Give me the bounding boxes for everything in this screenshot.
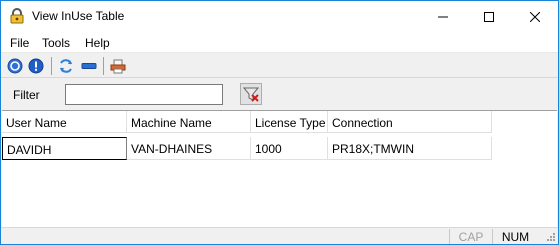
column-header-user-name[interactable]: User Name — [2, 111, 127, 133]
title-bar[interactable]: View InUse Table — [1, 1, 558, 32]
maximize-icon — [484, 11, 494, 22]
filter-bar: Filter — [1, 78, 558, 111]
toolbar-separator — [51, 57, 52, 75]
resize-grip-icon[interactable] — [544, 232, 556, 244]
info-icon[interactable] — [28, 58, 44, 74]
inuse-table[interactable]: User Name Machine Name License Type Conn… — [2, 110, 557, 227]
maximize-button[interactable] — [466, 1, 512, 32]
table-cell-connection[interactable]: PR18X;TMWIN — [328, 137, 492, 160]
column-header-machine-name[interactable]: Machine Name — [127, 111, 251, 133]
minimize-icon — [438, 16, 448, 17]
clear-filter-button[interactable] — [240, 83, 262, 105]
filter-input[interactable] — [65, 84, 223, 105]
remove-icon[interactable] — [81, 58, 97, 74]
menu-file[interactable]: File — [10, 36, 29, 50]
menu-tools[interactable]: Tools — [42, 36, 70, 50]
column-header-license-type[interactable]: License Type — [251, 111, 328, 133]
close-icon — [530, 11, 540, 22]
caps-lock-indicator: CAP — [449, 229, 492, 244]
num-lock-indicator: NUM — [492, 229, 538, 244]
close-button[interactable] — [512, 1, 558, 32]
filter-label: Filter — [13, 88, 40, 102]
clear-filter-icon — [243, 87, 259, 102]
menu-bar: File Tools Help — [1, 32, 558, 53]
print-icon[interactable] — [110, 58, 126, 74]
toolbar — [1, 54, 558, 78]
table-cell-user-name[interactable]: DAVIDH — [2, 137, 127, 160]
lock-app-icon — [10, 8, 24, 24]
minimize-button[interactable] — [420, 1, 466, 32]
window-title: View InUse Table — [32, 9, 125, 23]
refresh-icon[interactable] — [58, 58, 74, 74]
toolbar-separator — [103, 57, 104, 75]
app-window: View InUse Table File Tools Help Filter … — [0, 0, 559, 245]
column-header-connection[interactable]: Connection — [328, 111, 492, 133]
status-bar: CAP NUM — [1, 227, 558, 244]
table-cell-license-type[interactable]: 1000 — [251, 137, 328, 160]
menu-help[interactable]: Help — [85, 36, 110, 50]
help-icon[interactable] — [7, 58, 23, 74]
table-cell-machine-name[interactable]: VAN-DHAINES — [127, 137, 251, 160]
